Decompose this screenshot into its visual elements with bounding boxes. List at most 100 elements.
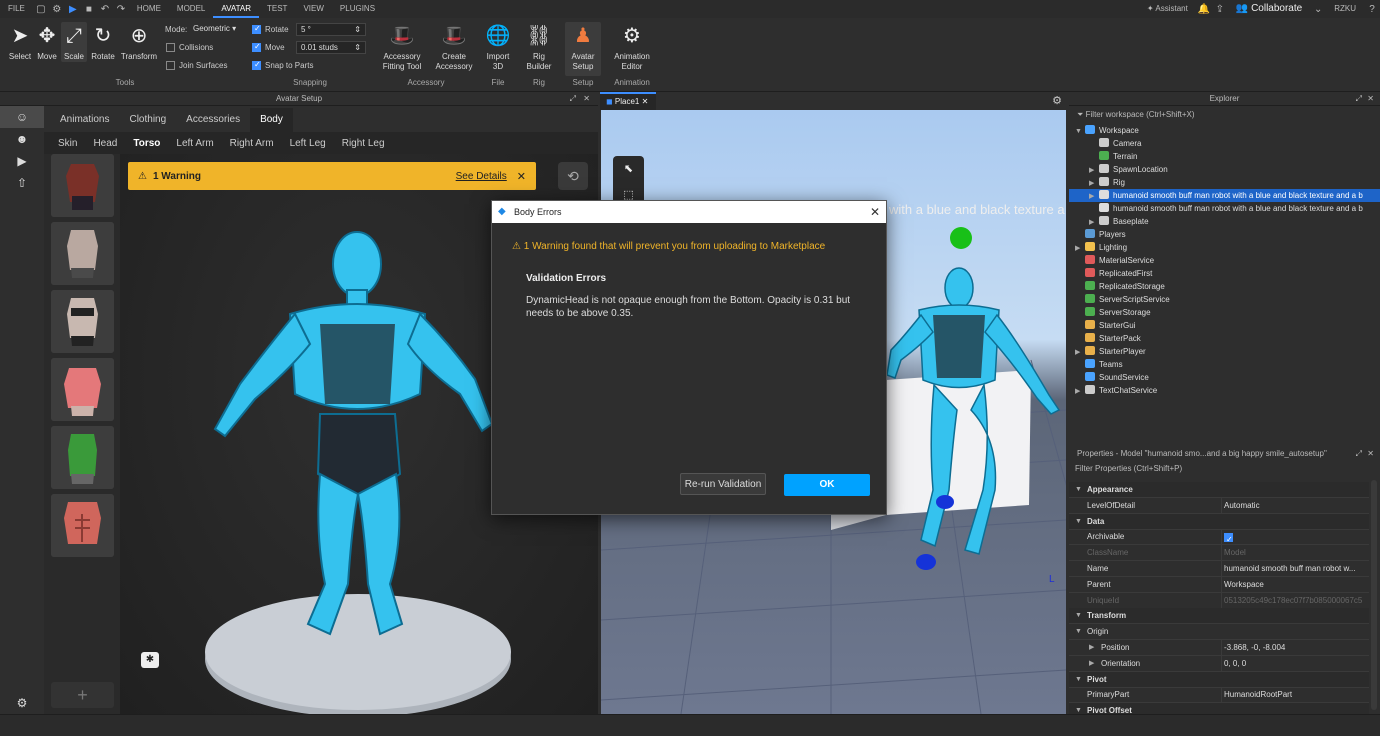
rotate-snap-toggle[interactable]: Rotate [252,24,289,35]
property-value[interactable]: Model [1221,545,1365,561]
ribbon-tab-home[interactable]: HOME [129,0,169,18]
explorer-item[interactable]: Terrain [1069,150,1380,163]
explorer-item[interactable]: ▼ Workspace [1069,124,1380,137]
explorer-item[interactable]: Teams [1069,358,1380,371]
expand-arrow-icon[interactable]: ▶ [1089,164,1099,176]
cursor-icon[interactable]: ⬉ [613,156,644,182]
transform-tool[interactable]: ⊕ Transform [119,22,159,62]
explorer-item[interactable]: ServerStorage [1069,306,1380,319]
explorer-item[interactable]: ReplicatedFirst [1069,267,1380,280]
explorer-item[interactable]: ▶ TextChatService [1069,384,1380,397]
property-row[interactable]: PrimaryPart HumanoidRootPart [1069,687,1369,704]
close-icon[interactable]: ✕ [517,170,526,183]
close-icon[interactable]: ✕ [583,92,590,106]
subtab-left-arm[interactable]: Left Arm [168,138,221,149]
redo-icon[interactable]: ↷ [113,0,129,18]
avatar-setup-tool[interactable]: ♟ Avatar Setup [565,22,601,76]
property-value[interactable]: 0, 0, 0 [1221,655,1365,671]
explorer-item[interactable]: SoundService [1069,371,1380,384]
expand-arrow-icon[interactable]: ▶ [1089,190,1099,202]
collisions-toggle[interactable]: Collisions [166,43,213,53]
property-row[interactable]: UniqueId 0513205c49c178ec07f7b085000067c5 [1069,592,1369,609]
torso-thumbnail[interactable] [51,494,114,557]
dock-icon[interactable]: ⤢ [570,92,576,106]
explorer-item[interactable]: ▶ Rig [1069,176,1380,189]
properties-scrollbar[interactable] [1371,480,1377,710]
ribbon-tab-model[interactable]: MODEL [169,0,213,18]
property-value[interactable]: Automatic [1221,497,1365,513]
subtab-right-arm[interactable]: Right Arm [222,138,282,149]
subtab-head[interactable]: Head [85,138,125,149]
import-3d-tool[interactable]: 🌐 Import 3D [484,22,512,72]
tab-animations[interactable]: Animations [50,108,119,132]
property-value[interactable]: Workspace [1221,576,1365,592]
explorer-item[interactable]: ▶ Baseplate [1069,215,1380,228]
collapse-arrow-icon[interactable]: ▼ [1075,672,1082,687]
torso-thumbnail[interactable] [51,290,114,353]
property-value[interactable]: humanoid smooth buff man robot w... [1221,561,1365,576]
explorer-item[interactable]: Camera [1069,137,1380,150]
expand-arrow-icon[interactable]: ▼ [1075,125,1085,137]
join-surfaces-toggle[interactable]: Join Surfaces [166,61,227,71]
gear-icon[interactable]: ⚙ [0,692,44,714]
collapse-arrow-icon[interactable]: ▼ [1075,482,1082,497]
property-value[interactable]: 0513205c49c178ec07f7b085000067c5 [1221,592,1365,608]
chat-icon[interactable]: ✱ [141,652,159,668]
mode-dropdown[interactable]: Geometric ▾ [189,23,243,36]
property-category[interactable]: ▼ Transform [1069,608,1369,625]
avatar-body-icon[interactable]: ☺ [0,106,44,128]
settings-icon[interactable]: ⚙ [49,0,65,18]
new-file-icon[interactable]: ▢ [33,0,49,18]
explorer-filter[interactable]: ⏷ Filter workspace (Ctrl+Shift+X) [1069,108,1380,122]
explorer-item[interactable]: ▶ SpawnLocation [1069,163,1380,176]
property-category[interactable]: ▼ Appearance [1069,482,1369,498]
expand-arrow-icon[interactable]: ▶ [1075,385,1085,397]
join-surfaces-checkbox[interactable] [166,61,175,71]
property-value[interactable]: HumanoidRootPart [1221,687,1365,703]
chevron-down-icon[interactable]: ⌄ [1310,0,1326,18]
tab-place1[interactable]: ◼ Place1 ✕ [600,92,657,110]
collapse-arrow-icon[interactable]: ▼ [1075,608,1082,623]
torso-thumbnail[interactable] [51,154,114,217]
torso-thumbnail[interactable] [51,358,114,421]
see-details-link[interactable]: See Details [456,171,507,182]
subtab-left-leg[interactable]: Left Leg [282,138,334,149]
animation-editor-tool[interactable]: ⚙ Animation Editor [610,22,654,72]
file-menu[interactable]: FILE [0,0,33,18]
ok-button[interactable]: OK [784,474,870,496]
move-snap-toggle[interactable]: Move [252,42,285,53]
expand-arrow-icon[interactable]: ▶ [1089,177,1099,189]
dock-icon[interactable]: ⤢ [1355,446,1362,462]
explorer-item[interactable]: ServerScriptService [1069,293,1380,306]
tab-accessories[interactable]: Accessories [176,108,250,132]
collaborate-button[interactable]: 👥 Collaborate [1228,0,1310,18]
rotate-snap-checkbox[interactable] [252,24,261,35]
upload-icon[interactable]: ⇧ [0,172,44,194]
collapse-arrow-icon[interactable]: ▼ [1075,514,1082,529]
tab-clothing[interactable]: Clothing [119,108,176,132]
undo-icon[interactable]: ↶ [97,0,113,18]
property-category[interactable]: ▼ Data [1069,513,1369,530]
property-value[interactable] [1221,529,1365,545]
property-row[interactable]: ▼ Origin [1069,624,1369,641]
expand-arrow-icon[interactable]: ▶ [1075,346,1085,358]
property-row[interactable]: ClassName Model [1069,545,1369,562]
torso-thumbnail[interactable] [51,222,114,285]
close-icon[interactable]: ✕ [870,201,880,223]
explorer-item[interactable]: StarterGui [1069,319,1380,332]
archivable-checkbox[interactable] [1224,532,1233,544]
assistant-button[interactable]: ✦ Assistant [1139,0,1196,18]
create-accessory-tool[interactable]: 🎩 Create Accessory [432,22,476,72]
stepper-icon[interactable]: ⇕ [354,43,361,52]
scale-tool[interactable]: ⤢ Scale [61,22,87,62]
expand-arrow-icon[interactable]: ▶ [1089,656,1094,671]
properties-filter[interactable]: Filter Properties (Ctrl+Shift+P) [1069,462,1380,476]
play-icon[interactable]: ▶ [65,0,81,18]
ribbon-tab-avatar[interactable]: AVATAR [213,0,259,18]
select-tool[interactable]: ➤ Select [6,22,34,62]
notification-icon[interactable]: 🔔 [1196,0,1212,18]
collapse-arrow-icon[interactable]: ▼ [1075,624,1082,639]
expand-arrow-icon[interactable]: ▶ [1089,216,1099,228]
subtab-torso[interactable]: Torso [125,138,168,149]
user-name[interactable]: RZKU [1326,0,1364,18]
